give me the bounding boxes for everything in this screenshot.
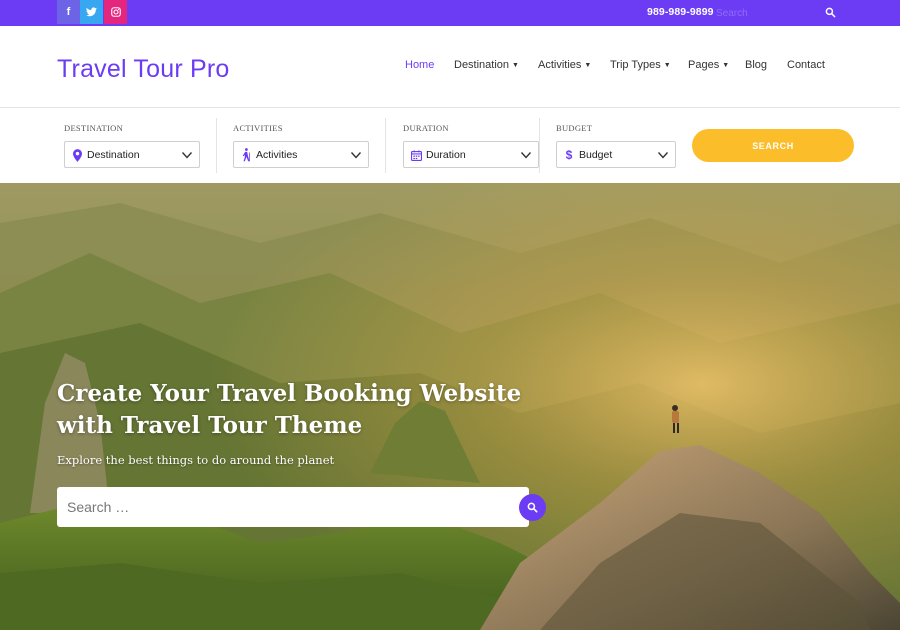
nav-pages[interactable]: Pages ▼ bbox=[688, 59, 729, 71]
search-trips-button[interactable]: SEARCH bbox=[692, 129, 854, 162]
nav-home[interactable]: Home bbox=[405, 59, 434, 71]
top-search-button[interactable] bbox=[822, 5, 838, 21]
nav-destination[interactable]: Destination ▼ bbox=[454, 59, 519, 71]
search-icon bbox=[527, 502, 538, 513]
caret-down-icon: ▼ bbox=[722, 62, 730, 69]
site-header: Travel Tour Pro Home Destination ▼ Activi… bbox=[0, 26, 900, 108]
duration-label: DURATION bbox=[403, 123, 449, 133]
caret-down-icon: ▼ bbox=[584, 62, 592, 69]
destination-select[interactable]: Destination bbox=[64, 141, 200, 168]
activities-select[interactable]: Activities bbox=[233, 141, 369, 168]
activities-label: ACTIVITIES bbox=[233, 123, 283, 133]
nav-contact[interactable]: Contact bbox=[787, 59, 825, 71]
duration-select[interactable]: Duration bbox=[403, 141, 539, 168]
dollar-icon: $ bbox=[565, 148, 573, 162]
search-icon bbox=[825, 7, 835, 17]
chevron-down-icon bbox=[350, 152, 362, 159]
hero-subtitle: Explore the best things to do around the… bbox=[57, 453, 335, 467]
map-pin-icon bbox=[71, 148, 83, 162]
instagram-icon[interactable] bbox=[104, 0, 127, 24]
chevron-down-icon bbox=[657, 152, 669, 159]
filter-divider bbox=[216, 118, 217, 173]
trip-filter-bar: DESTINATION Destination ACTIVITIES Activ… bbox=[0, 108, 900, 183]
facebook-icon[interactable]: f bbox=[57, 0, 80, 24]
caret-down-icon: ▼ bbox=[512, 62, 519, 69]
filter-divider bbox=[539, 118, 540, 173]
nav-blog[interactable]: Blog bbox=[745, 59, 767, 71]
destination-label: DESTINATION bbox=[64, 123, 124, 133]
hero-search-button[interactable] bbox=[519, 494, 546, 521]
budget-select[interactable]: $ Budget bbox=[556, 141, 676, 168]
site-logo[interactable]: Travel Tour Pro bbox=[57, 55, 230, 84]
chevron-down-icon bbox=[520, 152, 532, 159]
twitter-icon[interactable] bbox=[80, 0, 103, 24]
nav-trip-types[interactable]: Trip Types ▼ bbox=[610, 59, 671, 71]
hero-section: Create Your Travel Booking Website with … bbox=[0, 183, 900, 630]
filter-divider bbox=[385, 118, 386, 173]
chevron-down-icon bbox=[181, 152, 193, 159]
nav-activities[interactable]: Activities ▼ bbox=[538, 59, 591, 71]
top-search-input[interactable] bbox=[716, 5, 811, 21]
hero-title: Create Your Travel Booking Website with … bbox=[57, 380, 522, 439]
top-bar: f 989-989-9899 bbox=[0, 0, 900, 26]
phone-number[interactable]: 989-989-9899 bbox=[647, 6, 714, 18]
caret-down-icon: ▼ bbox=[663, 62, 671, 69]
budget-label: BUDGET bbox=[556, 123, 593, 133]
calendar-icon bbox=[410, 148, 422, 162]
hero-search-input[interactable] bbox=[57, 487, 529, 527]
hiker-icon bbox=[240, 148, 252, 162]
